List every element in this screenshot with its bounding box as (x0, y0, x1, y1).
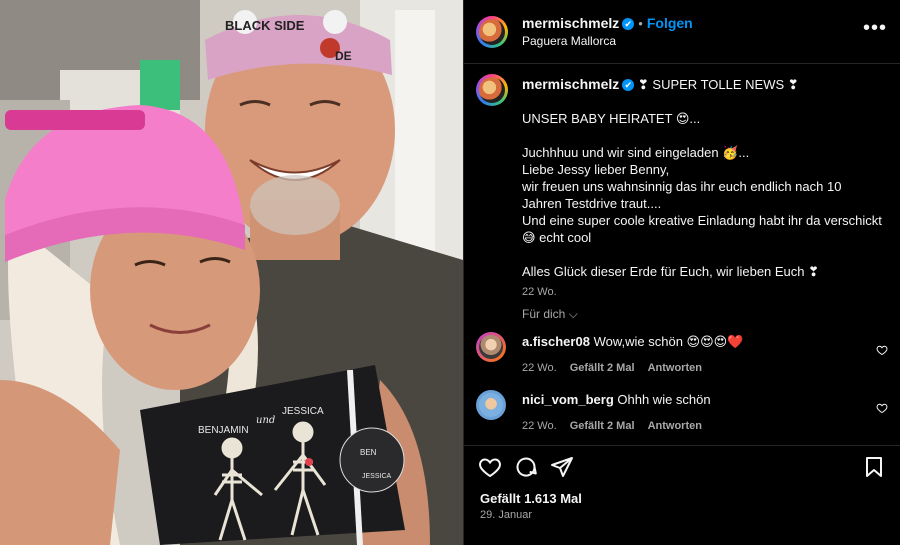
post-photo[interactable]: BLACK SIDE DE BENJAMIN und JESSICA BEN J… (0, 0, 463, 545)
comment-text: Ohhh wie schön (617, 392, 711, 407)
caption-line: UNSER BABY HEIRATET 😍... (522, 111, 701, 126)
commenter-avatar[interactable] (476, 390, 506, 420)
verified-icon: ✔ (622, 79, 635, 91)
separator-dot: • (638, 16, 643, 31)
author-line: mermischmelz ✔ • Folgen (522, 15, 693, 33)
bookmark-icon[interactable] (862, 455, 886, 479)
caption-line: wir freuen uns wahnsinnig das ihr euch e… (522, 179, 842, 211)
like-comment-heart-icon[interactable] (876, 344, 888, 356)
more-options-icon[interactable]: ••• (863, 18, 887, 38)
card-name-right: JESSICA (282, 406, 324, 417)
post-date[interactable]: 29. Januar (480, 509, 532, 521)
tag-text-top: BEN (360, 448, 377, 457)
post-modal: BLACK SIDE DE BENJAMIN und JESSICA BEN J… (0, 0, 900, 545)
caption-avatar[interactable] (476, 74, 508, 106)
comment-meta: 22 Wo. Gefällt 2 Mal Antworten (522, 362, 712, 374)
post-caption: mermischmelz ✔ ❣ SUPER TOLLE NEWS ❣ UNSER… (522, 76, 882, 301)
like-comment-heart-icon[interactable] (876, 402, 888, 414)
comment-body: a.fischer08 Wow,wie schön 😍😍😍❤️ (522, 334, 842, 350)
commenter-username[interactable]: a.fischer08 (522, 334, 590, 349)
caption-line: Juchhhuu und wir sind eingeladen 🥳... (522, 145, 750, 160)
caption-headline: ❣ SUPER TOLLE NEWS ❣ (637, 77, 799, 92)
comment-meta: 22 Wo. Gefällt 2 Mal Antworten (522, 420, 712, 432)
caption-time: 22 Wo. (522, 286, 557, 298)
comment-time: 22 Wo. (522, 362, 557, 374)
commenter-username[interactable]: nici_vom_berg (522, 392, 614, 407)
tag-text-bottom: JESSICA (362, 473, 392, 480)
comment-body: nici_vom_berg Ohhh wie schön (522, 392, 842, 407)
caption-username[interactable]: mermischmelz (522, 76, 619, 92)
reply-button[interactable]: Antworten (648, 362, 702, 374)
caption-line: Alles Glück dieser Erde für Euch, wir li… (522, 264, 820, 279)
card-name-mid: und (256, 415, 275, 426)
heart-icon[interactable] (478, 455, 502, 479)
comment-likes[interactable]: Gefällt 2 Mal (570, 362, 635, 374)
for-you-toggle[interactable]: Für dich ⌵ (522, 307, 578, 322)
commenter-avatar[interactable] (476, 332, 506, 362)
verified-icon: ✔ (622, 18, 635, 30)
post-header: mermischmelz ✔ • Folgen Paguera Mallorca ••… (464, 0, 900, 64)
follow-button[interactable]: Folgen (647, 15, 693, 31)
post-side-panel: mermischmelz ✔ • Folgen Paguera Mallorca ••… (463, 0, 900, 545)
comment-icon[interactable] (514, 455, 538, 479)
bandana-text-left: BLACK SIDE (225, 18, 305, 33)
post-location[interactable]: Paguera Mallorca (522, 34, 616, 48)
share-icon[interactable] (550, 455, 574, 479)
post-actions: Gefällt 1.613 Mal 29. Januar (464, 445, 900, 545)
reply-button[interactable]: Antworten (648, 420, 702, 432)
caption-line: Liebe Jessy lieber Benny, (522, 162, 670, 177)
author-avatar[interactable] (476, 16, 508, 48)
comment-likes[interactable]: Gefällt 2 Mal (570, 420, 635, 432)
comment-time: 22 Wo. (522, 420, 557, 432)
caption-line: Und eine super coole kreative Einladung … (522, 213, 882, 245)
author-username[interactable]: mermischmelz (522, 15, 619, 31)
likes-count[interactable]: Gefällt 1.613 Mal (480, 491, 582, 506)
photo-illustration: BLACK SIDE DE BENJAMIN und JESSICA BEN J… (0, 0, 463, 545)
bandana-text-right: DE (335, 49, 352, 63)
card-name-left: BENJAMIN (198, 425, 249, 436)
comment-text: Wow,wie schön 😍😍😍❤️ (593, 334, 744, 349)
